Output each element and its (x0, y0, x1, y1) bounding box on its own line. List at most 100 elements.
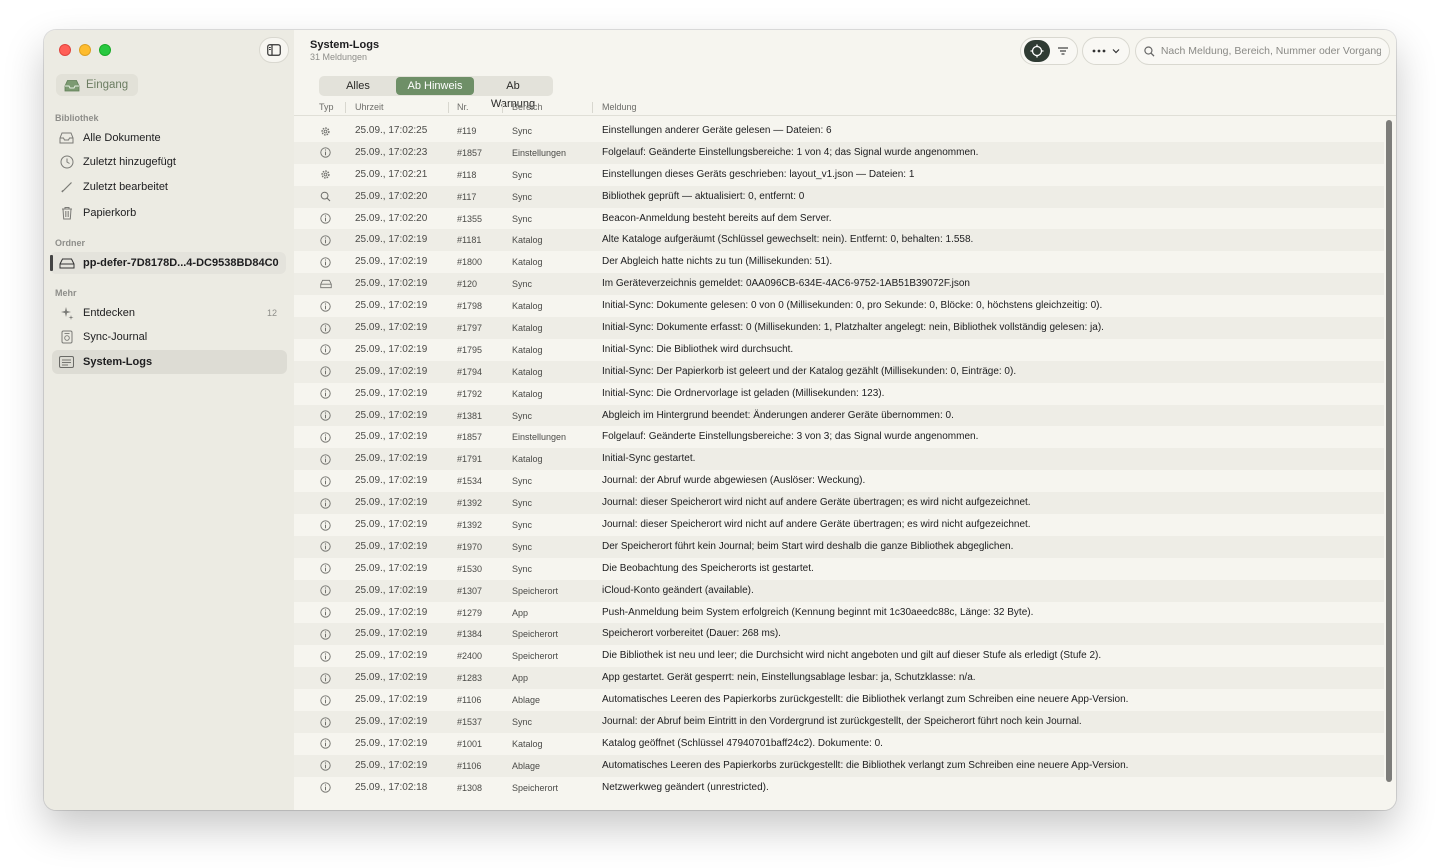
filter-button[interactable] (1052, 40, 1074, 62)
table-row[interactable]: 25.09., 17:02:19 #1392 Sync Journal: dieser… (294, 492, 1384, 515)
table-row[interactable]: 25.09., 17:02:19 #1106 Ablage Automatisches… (294, 754, 1384, 777)
more-menu-button[interactable] (1082, 37, 1130, 65)
log-number: #1106 (457, 695, 482, 706)
table-row[interactable]: 25.09., 17:02:19 #1384 Speicherort Speicher… (294, 623, 1384, 646)
log-time: 25.09., 17:02:19 (355, 672, 428, 684)
column-separator (502, 102, 503, 113)
table-row[interactable]: 25.09., 17:02:19 #1797 Katalog Initial-Sync… (294, 317, 1384, 339)
log-message: Initial-Sync: Die Ordnervorlage ist gela… (602, 387, 885, 399)
log-number: #1279 (457, 607, 483, 618)
table-row[interactable]: 25.09., 17:02:19 #1307 Speicherort iCloud-K… (294, 579, 1384, 602)
gear-icon (320, 120, 332, 142)
table-row[interactable]: 25.09., 17:02:21 #118 Sync Einstellungen di… (294, 164, 1384, 186)
table-row[interactable]: 25.09., 17:02:19 #1106 Ablage Automatisches… (294, 689, 1384, 711)
log-time: 25.09., 17:02:19 (355, 737, 428, 749)
logs-icon (59, 355, 74, 370)
sidebar-item-trash[interactable]: Papierkorb (52, 201, 287, 225)
log-time: 25.09., 17:02:19 (355, 628, 428, 640)
library-heading: Bibliothek (55, 113, 99, 123)
table-row[interactable]: 25.09., 17:02:19 #1530 Sync Die Beobachtung… (294, 558, 1384, 580)
search-input[interactable] (1160, 45, 1381, 57)
table-row[interactable]: 25.09., 17:02:19 #1798 Katalog Initial-Sync… (294, 295, 1384, 317)
table-row[interactable]: 25.09., 17:02:19 #1857 Einstellungen Folgel… (294, 426, 1384, 448)
log-number: #1795 (457, 344, 483, 355)
sidebar-item-recently-edited[interactable]: Zuletzt bearbeitet (52, 175, 287, 199)
sidebar-item-label: System-Logs (83, 356, 153, 368)
log-number: #1797 (457, 323, 483, 334)
log-area: Ablage (512, 695, 541, 706)
log-area: Sync (512, 126, 533, 136)
table-row[interactable]: 25.09., 17:02:20 #117 Sync Bibliothek geprü… (294, 185, 1384, 208)
log-time: 25.09., 17:02:19 (355, 475, 428, 487)
sidebar-item-discover[interactable]: Entdecken 12 (52, 301, 287, 325)
log-message: Journal: der Abruf wurde abgewiesen (Aus… (602, 475, 866, 487)
log-number: #1794 (457, 366, 483, 377)
log-number: #1857 (457, 147, 483, 158)
table-row[interactable]: 25.09., 17:02:19 #1001 Katalog Katalog geöf… (294, 733, 1384, 755)
table-row[interactable]: 25.09., 17:02:19 #1283 App App gestartet. G… (294, 667, 1384, 690)
focus-filter-group (1020, 37, 1078, 65)
focus-button[interactable] (1024, 40, 1050, 62)
info-icon (320, 689, 332, 711)
vertical-scrollbar[interactable] (1386, 120, 1392, 782)
log-message: Speicherort vorbereitet (Dauer: 268 ms). (602, 628, 781, 640)
log-time: 25.09., 17:02:18 (355, 781, 428, 793)
table-row[interactable]: 25.09., 17:02:19 #1970 Sync Der Speicherort… (294, 535, 1384, 558)
table-row[interactable]: 25.09., 17:02:19 #120 Sync Im Geräteverzeic… (294, 273, 1384, 296)
log-area: Sync (512, 279, 533, 290)
segment-from-notice[interactable]: Ab Hinweis (396, 77, 474, 95)
log-message: Folgelauf: Geänderte Einstellungsbereich… (602, 146, 979, 158)
log-time: 25.09., 17:02:19 (355, 606, 428, 618)
info-icon (320, 470, 332, 492)
log-area: Katalog (512, 301, 543, 312)
sidebar-toggle-button[interactable] (259, 37, 289, 63)
table-row[interactable]: 25.09., 17:02:19 #1791 Katalog Initial-Sync… (294, 448, 1384, 471)
sidebar-item-sync-journal[interactable]: Sync-Journal (52, 325, 287, 349)
sidebar-item-system-logs[interactable]: System-Logs (52, 350, 287, 374)
table-row[interactable]: 25.09., 17:02:18 #1308 Speicherort Netzwerk… (294, 777, 1384, 799)
search-field[interactable] (1135, 37, 1390, 65)
log-time: 25.09., 17:02:19 (355, 716, 428, 728)
log-area: Katalog (512, 257, 543, 268)
column-type[interactable]: Typ (319, 102, 334, 112)
close-window-button[interactable] (59, 44, 71, 56)
column-time[interactable]: Uhrzeit (355, 102, 384, 112)
table-row[interactable]: 25.09., 17:02:19 #1392 Sync Journal: dieser… (294, 514, 1384, 536)
table-row[interactable]: 25.09., 17:02:19 #1381 Sync Abgleich im Hin… (294, 404, 1384, 427)
log-message: Journal: dieser Speicherort wird nicht a… (602, 497, 1031, 509)
table-row[interactable]: 25.09., 17:02:25 #119 Sync Einstellungen an… (294, 120, 1384, 142)
app-window: Eingang Bibliothek Alle Dokumente Zuletz… (44, 30, 1396, 810)
minimize-window-button[interactable] (79, 44, 91, 56)
segment-from-warning[interactable]: Ab Warnung (474, 77, 552, 110)
sidebar-folder-item[interactable]: pp-defer-7D8178D...4-DC9538BD84C0 (50, 252, 286, 274)
zoom-window-button[interactable] (99, 44, 111, 56)
table-row[interactable]: 25.09., 17:02:20 #1355 Sync Beacon-Anmeldun… (294, 208, 1384, 230)
column-area[interactable]: Bereich (512, 102, 543, 112)
table-row[interactable]: 25.09., 17:02:19 #1181 Katalog Alte Katalog… (294, 229, 1384, 252)
log-message: Initial-Sync gestartet. (602, 453, 696, 465)
log-message: Initial-Sync: Dokumente erfasst: 0 (Mill… (602, 322, 1104, 334)
crosshair-icon (1030, 44, 1044, 58)
table-row[interactable]: 25.09., 17:02:19 #1534 Sync Journal: der Ab… (294, 470, 1384, 492)
log-message: Bibliothek geprüft — aktualisiert: 0, en… (602, 190, 805, 202)
log-area: App (512, 673, 529, 684)
info-icon (320, 383, 332, 405)
table-row[interactable]: 25.09., 17:02:19 #1794 Katalog Initial-Sync… (294, 360, 1384, 383)
segment-all[interactable]: Alles (320, 77, 396, 95)
table-row[interactable]: 25.09., 17:02:19 #2400 Speicherort Die Bibl… (294, 645, 1384, 667)
sidebar-item-all-documents[interactable]: Alle Dokumente (52, 126, 287, 150)
table-row[interactable]: 25.09., 17:02:23 #1857 Einstellungen Folgel… (294, 141, 1384, 164)
table-row[interactable]: 25.09., 17:02:19 #1279 App Push-Anmeldung b… (294, 602, 1384, 624)
column-number[interactable]: Nr. (457, 102, 469, 112)
inbox-button[interactable]: Eingang (56, 74, 139, 96)
column-message[interactable]: Meldung (602, 102, 637, 112)
table-row[interactable]: 25.09., 17:02:19 #1792 Katalog Initial-Sync… (294, 383, 1384, 405)
table-row[interactable]: 25.09., 17:02:19 #1795 Katalog Initial-Sync… (294, 339, 1384, 361)
column-separator (448, 102, 449, 113)
table-row[interactable]: 25.09., 17:02:19 #1800 Katalog Der Abgleich… (294, 251, 1384, 273)
sidebar-item-label: Zuletzt bearbeitet (83, 181, 168, 193)
table-row[interactable]: 25.09., 17:02:19 #1537 Sync Journal: der Ab… (294, 711, 1384, 733)
sidebar-item-recently-added[interactable]: Zuletzt hinzugefügt (52, 150, 287, 174)
chevron-down-icon (1112, 49, 1120, 54)
sidebar-item-label: Papierkorb (83, 207, 137, 219)
